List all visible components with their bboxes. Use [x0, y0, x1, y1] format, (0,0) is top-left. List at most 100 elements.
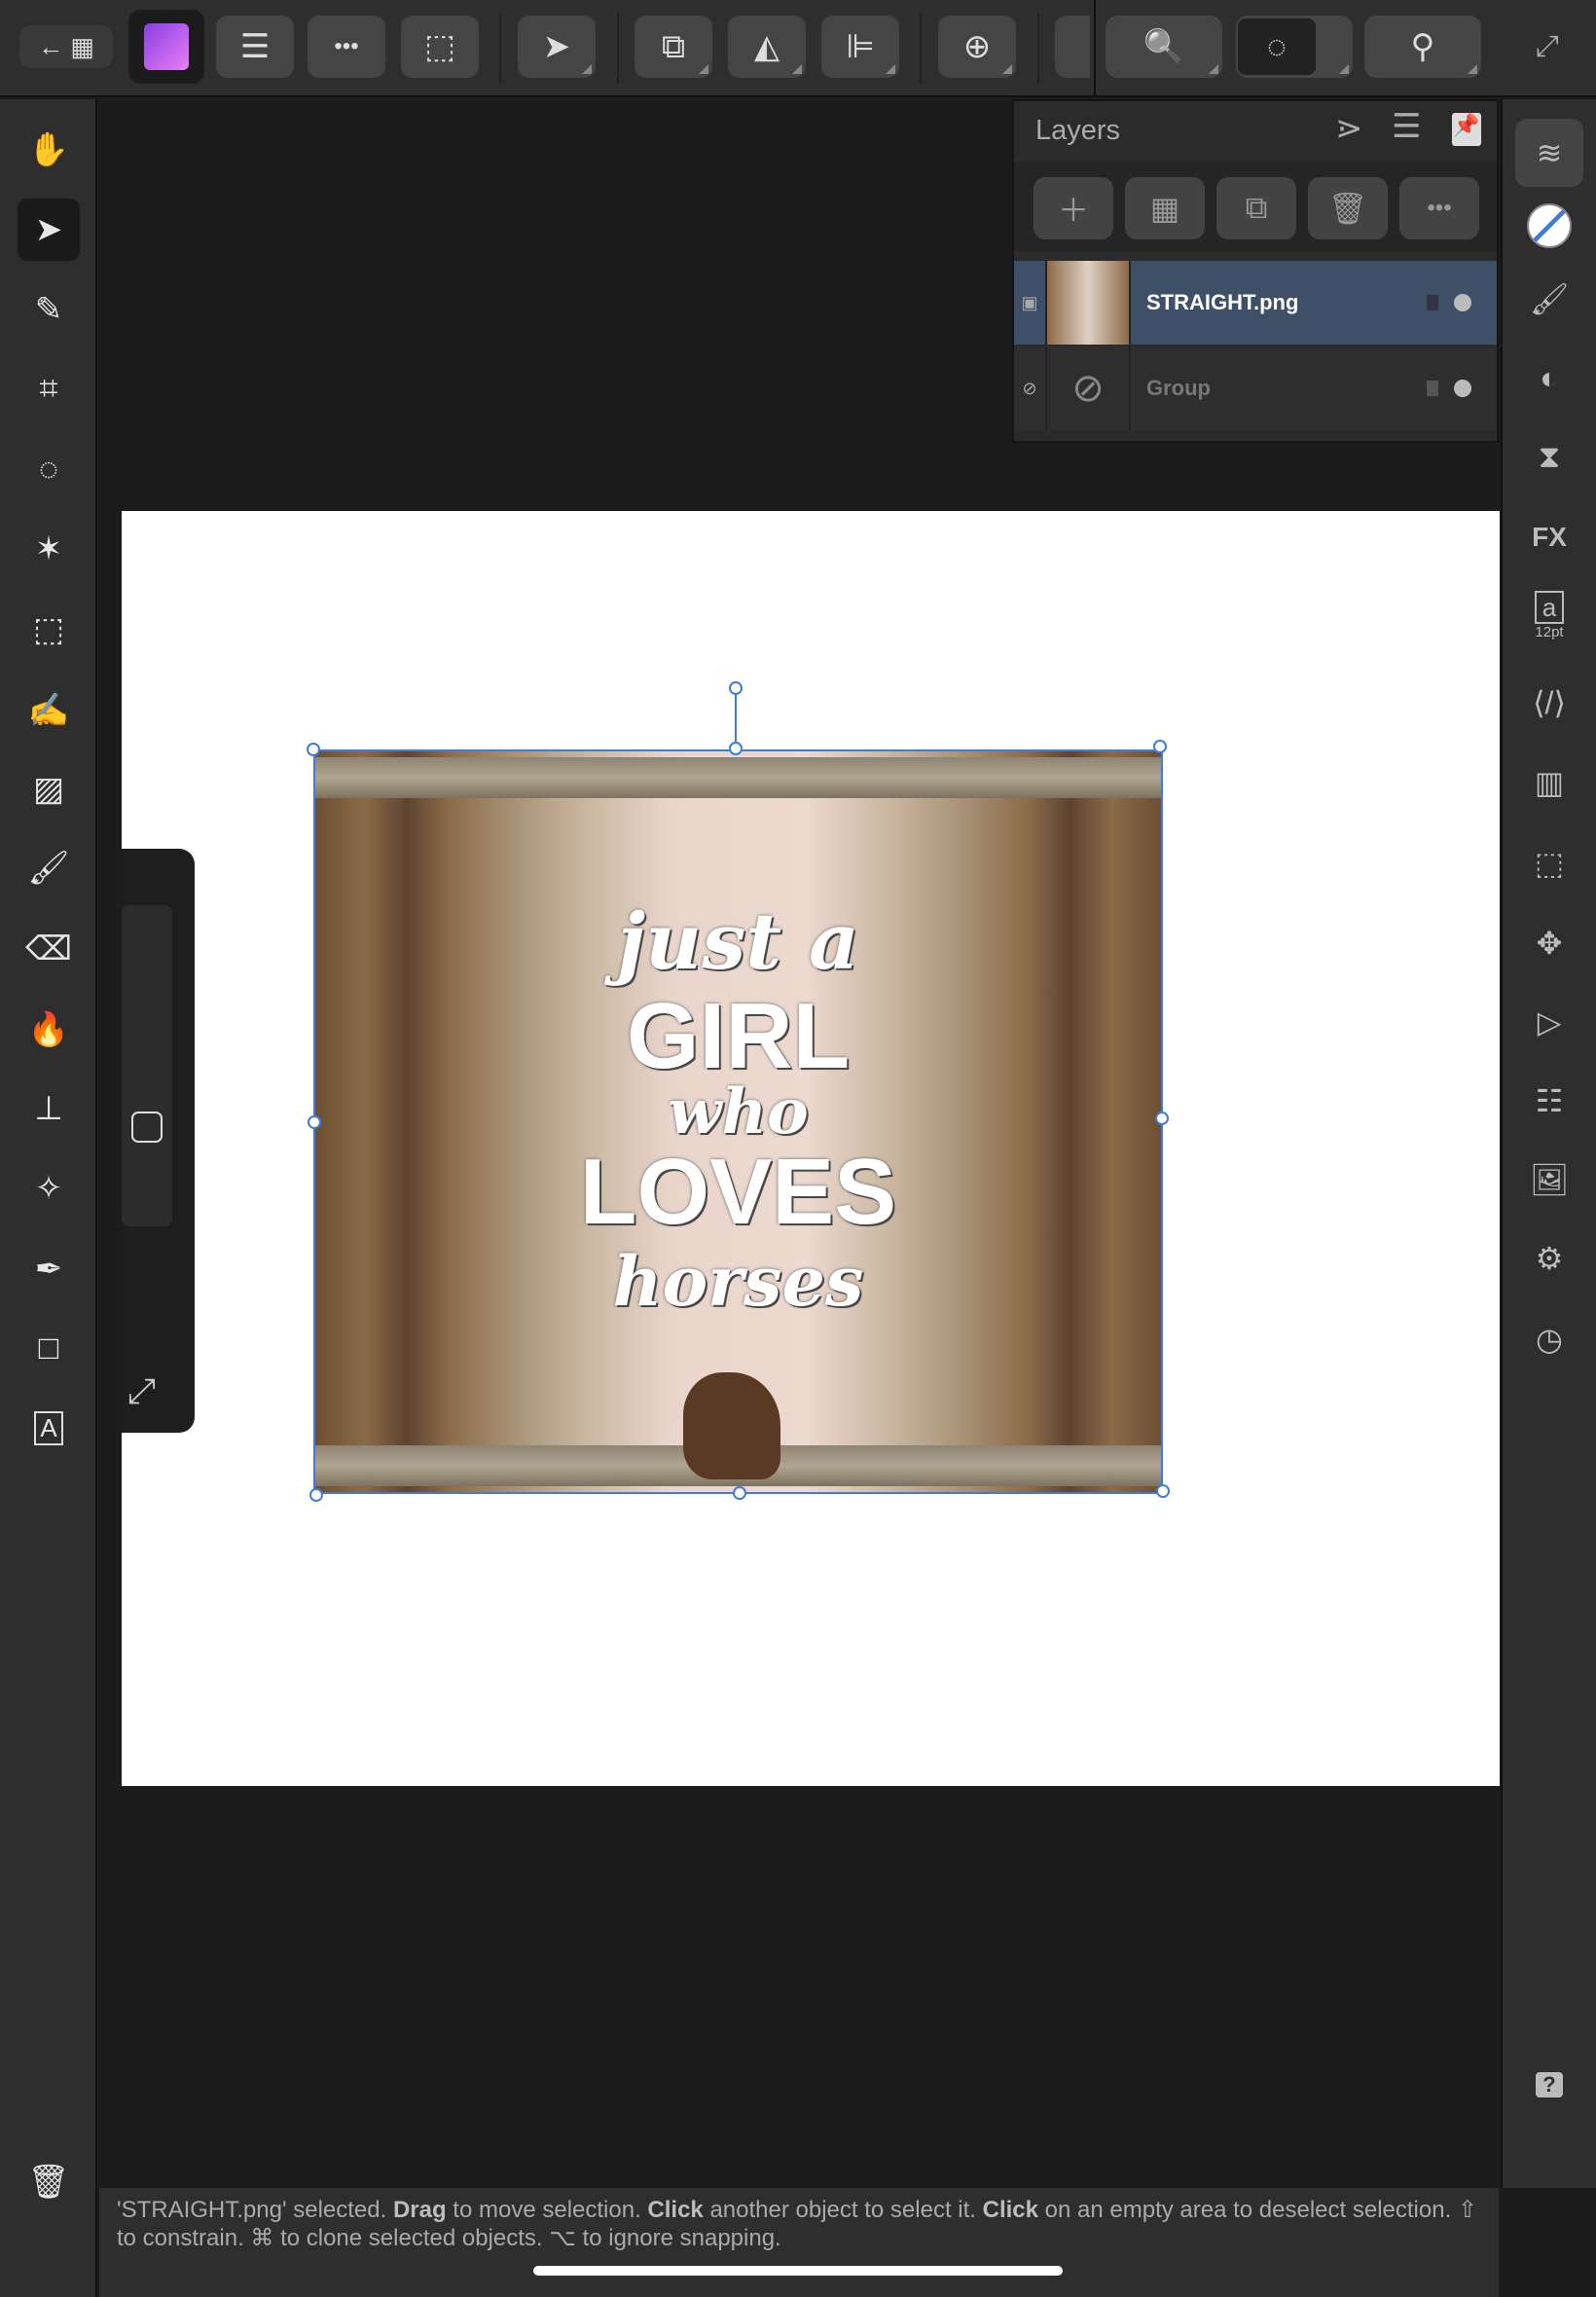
resize-handle-l[interactable] [308, 1115, 321, 1129]
pointer-icon: ➤ [542, 28, 571, 65]
flood-select-tool[interactable]: ✶ [18, 518, 80, 580]
app-menu-button[interactable] [128, 10, 204, 84]
add-shape-button[interactable]: ⊕ [938, 16, 1016, 78]
image-icon: 🖼 [1529, 1162, 1570, 1197]
settings-document-icon: ⚙ [1535, 1241, 1564, 1276]
back-to-documents-button[interactable]: ← ▦ [19, 25, 113, 68]
selection-brush-tool[interactable]: ◌ [18, 438, 80, 500]
image-layer-icon: ▣ [1021, 292, 1038, 312]
transform-studio-button[interactable]: ⬚ [1515, 829, 1583, 897]
resize-handle-t[interactable] [729, 742, 743, 755]
arrange-button[interactable]: ⧉ [635, 16, 712, 78]
artwork-text: just a [617, 895, 859, 987]
back-arrow-icon: ← [38, 31, 64, 61]
resize-icon[interactable]: ⤢ [127, 1370, 156, 1412]
freehand-selection-tool[interactable]: ✍ [18, 679, 80, 742]
macros-studio-button[interactable]: ▷ [1515, 988, 1583, 1056]
color-studio-button[interactable] [1515, 192, 1583, 260]
pin-panel-icon[interactable]: 📌 [1452, 113, 1481, 146]
delete-button[interactable]: 🗑 [18, 2151, 80, 2213]
text-studio-button[interactable]: a 12pt [1515, 581, 1583, 649]
crop-tool[interactable]: ⌗ [18, 357, 80, 419]
dodge-burn-tool[interactable]: 🔥 [18, 999, 80, 1061]
marquee-icon: ⬚ [32, 611, 65, 648]
visibility-dot[interactable] [1454, 380, 1471, 397]
group-layers-button[interactable]: ⧉ [1216, 177, 1296, 239]
view-mode-button[interactable]: ◌ [1236, 16, 1353, 78]
snapshots-studio-button[interactable]: ◷ [1515, 1305, 1583, 1373]
history-studio-button[interactable]: ⧗ [1515, 423, 1583, 492]
resize-handle-r[interactable] [1155, 1112, 1169, 1125]
rectangle-tool[interactable]: □ [18, 1317, 80, 1379]
trash-icon: 🗑 [1327, 191, 1368, 226]
adjustments-studio-button[interactable]: ◐ [1515, 344, 1583, 412]
artwork-text: who [668, 1076, 809, 1148]
view-icon: ◌ [1266, 27, 1288, 65]
resize-handle-bl[interactable] [309, 1488, 323, 1502]
stock-studio-button[interactable]: 🖼 [1515, 1146, 1583, 1214]
resize-handle-tl[interactable] [307, 743, 320, 756]
panel-menu-icon[interactable]: ☰ [1392, 107, 1421, 146]
status-bar: 'STRAIGHT.png' selected. Drag to move se… [99, 2188, 1499, 2297]
resize-handle-b[interactable] [733, 1486, 746, 1500]
code-studio-button[interactable]: ⟨/⟩ [1515, 669, 1583, 737]
layers-studio-button[interactable]: ≋ [1515, 119, 1583, 187]
brushes-studio-button[interactable]: 🖌 [1515, 265, 1583, 333]
delete-layer-button[interactable]: 🗑 [1308, 177, 1388, 239]
rotation-handle[interactable] [729, 681, 743, 695]
selection-brush-icon: ◌ [38, 450, 59, 488]
assets-studio-button[interactable]: ⚙ [1515, 1224, 1583, 1293]
fx-studio-button[interactable]: FX [1515, 503, 1583, 571]
healing-tool[interactable]: ✧ [18, 1157, 80, 1220]
add-shape-icon: ⊕ [962, 28, 992, 65]
rounded-square-icon[interactable] [131, 1112, 163, 1143]
document-menu-button[interactable]: ☰ [216, 16, 294, 78]
artwork-text: GIRL [626, 984, 851, 1088]
add-layer-button[interactable]: ＋ [1034, 177, 1113, 239]
tools-panel: ✋ ➤ ✎ ⌗ ◌ ✶ ⬚ ✍ ▨ 🖌 ⌫ 🔥 ⊥ ✧ ✒ □ A 🗑 [0, 99, 97, 2297]
snapping-button[interactable]: ⚲ [1364, 16, 1481, 78]
gradient-tool[interactable]: ▨ [18, 758, 80, 820]
clone-tool[interactable]: ⊥ [18, 1077, 80, 1140]
lock-icon[interactable] [1427, 295, 1438, 310]
more-button[interactable]: ••• [308, 16, 385, 78]
crop-icon: ⌗ [39, 369, 58, 407]
move-tool-button[interactable]: ➤ [518, 16, 596, 78]
collapse-layers-icon[interactable]: ⋗ [1335, 109, 1363, 148]
layer-row-straight-png[interactable]: ▣ STRAIGHT.png [1014, 261, 1497, 345]
add-mask-button[interactable]: ▦ [1125, 177, 1205, 239]
pen-tool[interactable]: ✒ [18, 1238, 80, 1300]
selected-image-straight-png[interactable]: just a GIRL who LOVES horses [313, 749, 1163, 1494]
flip-button[interactable]: ◭ [728, 16, 806, 78]
pen-icon: ✒ [34, 1251, 63, 1288]
lock-icon[interactable] [1427, 381, 1438, 396]
color-picker-tool[interactable]: ✎ [18, 278, 80, 341]
layer-options-button[interactable]: ••• [1399, 177, 1479, 239]
erase-brush-tool[interactable]: ⌫ [18, 918, 80, 980]
layer-row-group[interactable]: ⊘ ⊘ Group [1014, 346, 1497, 430]
channels-icon: ☷ [1535, 1083, 1564, 1118]
selection-button[interactable]: ⬚ [401, 16, 479, 78]
brush-size-slider[interactable] [122, 905, 172, 1226]
studio-panel-bar: ≋ 🖌 ◐ ⧗ FX a 12pt ⟨/⟩ ▥ ⬚ ✥ ▷ ☷ 🖼 ⚙ ◷ ? [1501, 99, 1596, 2188]
swatches-studio-button[interactable]: ▥ [1515, 748, 1583, 817]
channels-studio-button[interactable]: ☷ [1515, 1067, 1583, 1135]
help-button[interactable]: ? [1515, 2051, 1583, 2119]
settings-button[interactable] [1055, 16, 1090, 78]
magnifier-icon: 🔍 [1143, 28, 1185, 65]
fullscreen-button[interactable]: ⤢ [1528, 16, 1567, 78]
resize-handle-tr[interactable] [1153, 740, 1167, 753]
resize-handle-br[interactable] [1156, 1484, 1170, 1498]
move-tool[interactable]: ➤ [18, 199, 80, 261]
navigator-studio-button[interactable]: ✥ [1515, 909, 1583, 977]
text-tool[interactable]: A [18, 1397, 80, 1459]
marquee-tool[interactable]: ⬚ [18, 599, 80, 661]
home-indicator[interactable] [533, 2266, 1063, 2276]
context-help-text: 'STRAIGHT.png' selected. Drag to move se… [117, 2197, 1478, 2251]
visibility-dot[interactable] [1454, 294, 1471, 311]
paint-brush-tool[interactable]: 🖌 [18, 837, 80, 899]
rectangle-icon: □ [38, 1329, 59, 1367]
align-button[interactable]: ⊫ [821, 16, 899, 78]
zoom-button[interactable]: 🔍 [1106, 16, 1222, 78]
hand-tool[interactable]: ✋ [18, 119, 80, 181]
